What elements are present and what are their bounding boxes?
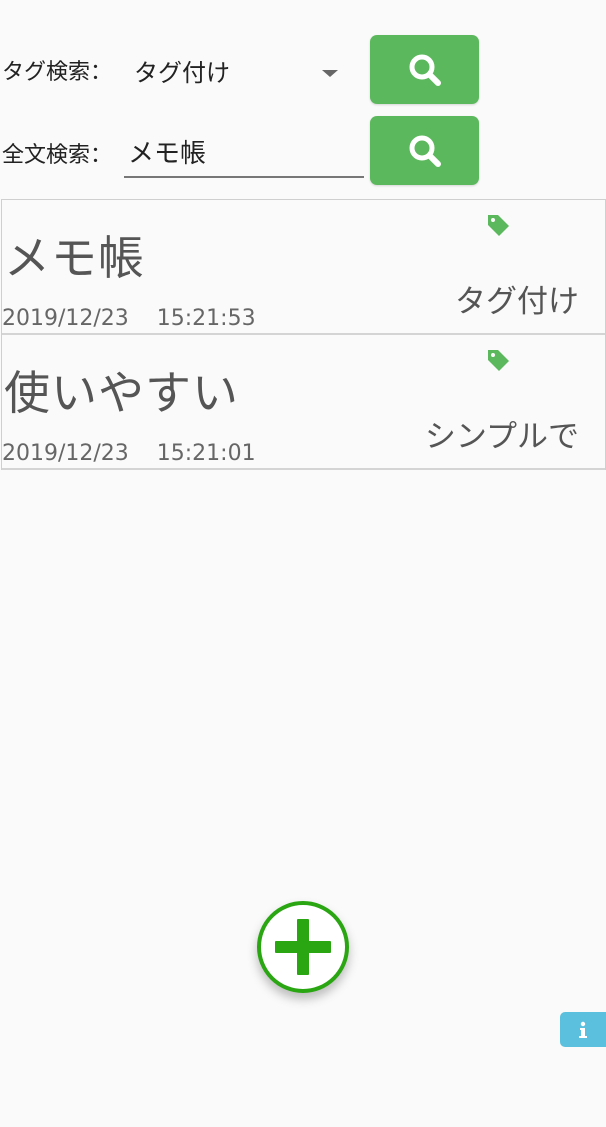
tag-select-dropdown[interactable]: タグ付け [124,45,350,101]
info-button[interactable] [560,1012,606,1047]
memo-list-item[interactable]: 使いやすい 2019/12/23 15:21:01 シンプルで [2,335,605,470]
search-icon [409,54,441,86]
tag-icon [488,215,509,236]
text-search-label: 全文検索： [2,143,113,168]
memo-date: 2019/12/23 15:21:01 [2,441,256,466]
text-search-button[interactable] [370,116,479,185]
search-icon [409,135,441,167]
add-memo-button[interactable] [257,901,349,993]
memo-tag-label: タグ付け [455,284,579,320]
tag-icon [488,350,509,371]
memo-date: 2019/12/23 15:21:53 [2,306,256,331]
text-search-row: 全文検索： [0,116,606,186]
tag-search-button[interactable] [370,35,479,104]
tag-select-value: タグ付け [134,59,230,87]
memo-title: メモ帳 [4,231,145,285]
memo-app-screen: タグ検索： タグ付け 全文検索： メモ帳 2019/12/23 15:21:53 [0,0,606,1127]
tag-search-row: タグ検索： タグ付け [0,35,606,105]
chevron-down-icon [322,70,338,77]
memo-title: 使いやすい [4,366,239,420]
memo-tag-label: シンプルで [424,419,579,455]
plus-icon [275,919,331,975]
info-icon [579,1021,587,1038]
memo-list-item[interactable]: メモ帳 2019/12/23 15:21:53 タグ付け [2,200,605,335]
tag-search-label: タグ検索： [2,60,113,85]
text-search-input[interactable] [124,126,364,178]
memo-list: メモ帳 2019/12/23 15:21:53 タグ付け 使いやすい 2019/… [1,199,606,470]
